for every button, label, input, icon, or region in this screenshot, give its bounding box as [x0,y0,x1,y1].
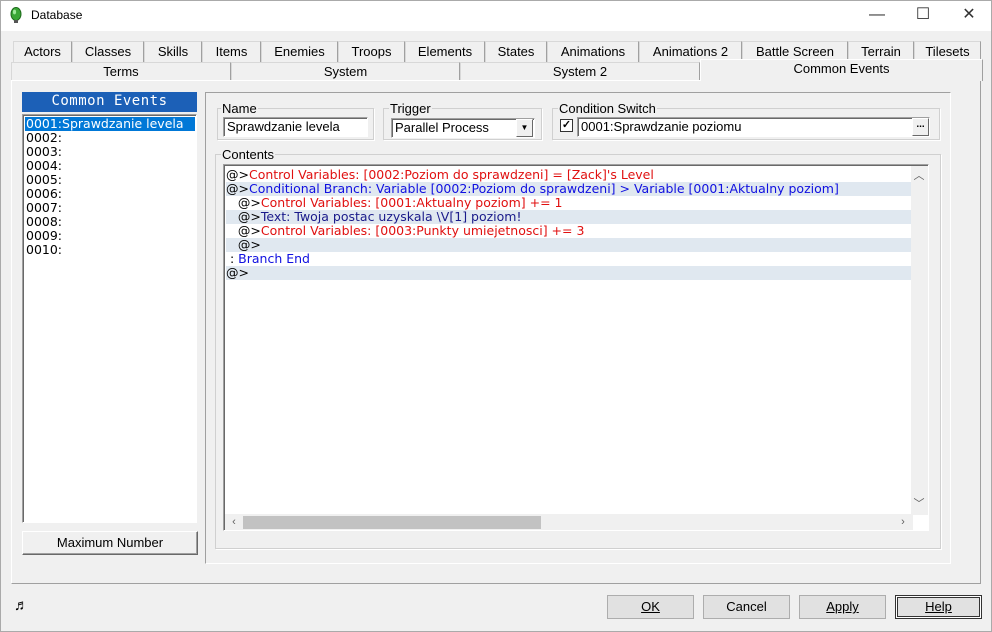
cancel-button[interactable]: Cancel [703,595,790,619]
command-prefix: @> [226,237,261,252]
command-line[interactable]: @>Control Variables: [0001:Aktualny pozi… [226,196,913,210]
vertical-scrollbar[interactable]: ︿ ﹀ [911,166,928,515]
ok-button[interactable]: OK [607,595,694,619]
list-item[interactable]: 0008: [25,215,62,229]
list-item[interactable]: 0002: [25,131,62,145]
app-icon [10,7,22,23]
list-item[interactable]: 0007: [25,201,62,215]
trigger-select[interactable]: Parallel Process [391,118,535,138]
list-item[interactable]: 0009: [25,229,62,243]
command-line[interactable]: @>Control Variables: [0002:Poziom do spr… [226,168,913,182]
condition-switch-browse-button[interactable]: ... [912,118,929,136]
window-title: Database [31,8,83,22]
contents-label: Contents [221,147,276,162]
command-prefix: @> [226,181,249,196]
scroll-up-icon[interactable]: ︿ [911,168,927,184]
list-item-selected[interactable]: 0001:Sprawdzanie levela [25,117,195,131]
maximum-number-button[interactable]: Maximum Number [22,531,198,555]
apply-label: Apply [826,599,859,614]
ok-label: OK [641,599,660,614]
help-label: Help [925,599,952,614]
tab-system-2[interactable]: System 2 [460,62,700,80]
name-label: Name [221,101,258,116]
tab-terms[interactable]: Terms [11,62,231,80]
minimize-button[interactable]: — [854,0,900,31]
command-text: Control Variables: [0002:Poziom do spraw… [248,167,654,182]
help-button[interactable]: Help [895,595,982,619]
tab-actors[interactable]: Actors [13,41,72,62]
command-text: Control Variables: [0001:Aktualny poziom… [260,195,563,210]
maximize-button[interactable]: ☐ [900,0,946,31]
command-prefix: @> [226,167,249,182]
list-item[interactable]: 0006: [25,187,62,201]
music-icon[interactable]: ♬ [14,597,29,614]
command-text: Control Variables: [0003:Punkty umiejetn… [260,223,585,238]
close-button[interactable]: ✕ [946,0,992,31]
command-prefix: @> [226,209,261,224]
name-input[interactable]: Sprawdzanie levela [223,117,368,137]
tab-items[interactable]: Items [202,41,261,62]
horizontal-scroll-thumb[interactable] [243,516,541,529]
scroll-down-icon[interactable]: ﹀ [911,496,927,512]
tab-animations[interactable]: Animations [547,41,639,62]
scroll-left-icon[interactable]: ‹ [226,514,242,530]
tab-system[interactable]: System [231,62,460,80]
list-item[interactable]: 0005: [25,173,62,187]
command-text: Text: Twoja postac uzyskala \V[1] poziom… [260,209,522,224]
command-line[interactable]: : Branch End [226,252,913,266]
command-line[interactable]: @>Text: Twoja postac uzyskala \V[1] pozi… [226,210,913,224]
command-line[interactable]: @>Control Variables: [0003:Punkty umieje… [226,224,913,238]
horizontal-scrollbar[interactable]: ‹ › [225,514,913,530]
title-bar [0,0,992,31]
trigger-label: Trigger [389,101,432,116]
command-prefix: @> [226,195,261,210]
list-item[interactable]: 0003: [25,145,62,159]
list-item[interactable]: 0010: [25,243,62,257]
command-line[interactable]: @> [226,266,913,280]
chevron-down-icon[interactable]: ▼ [516,119,533,137]
command-text: Conditional Branch: Variable [0002:Pozio… [248,181,839,196]
tab-enemies[interactable]: Enemies [261,41,338,62]
command-prefix: : [226,251,239,266]
scroll-right-icon[interactable]: › [895,514,911,530]
common-events-header: Common Events [22,92,197,112]
apply-button[interactable]: Apply [799,595,886,619]
command-prefix: @> [226,265,249,280]
event-commands-list[interactable]: @>Control Variables: [0002:Poziom do spr… [223,164,929,531]
command-text: Branch End [238,251,310,266]
command-line[interactable]: @> [226,238,913,252]
condition-switch-checkbox[interactable]: ✓ [560,119,573,132]
condition-switch-label: Condition Switch [558,101,657,116]
tab-classes[interactable]: Classes [72,41,144,62]
tab-common-events[interactable]: Common Events [700,59,983,81]
common-events-list[interactable]: 0001:Sprawdzanie levela 0002: 0003: 0004… [22,114,197,523]
command-line[interactable]: @>Conditional Branch: Variable [0002:Poz… [226,182,913,196]
tab-skills[interactable]: Skills [144,41,202,62]
command-prefix: @> [226,223,261,238]
tab-troops[interactable]: Troops [338,41,405,62]
condition-switch-field[interactable]: 0001:Sprawdzanie poziomu [577,117,930,137]
tab-elements[interactable]: Elements [405,41,485,62]
list-item[interactable]: 0004: [25,159,62,173]
tab-states[interactable]: States [485,41,547,62]
